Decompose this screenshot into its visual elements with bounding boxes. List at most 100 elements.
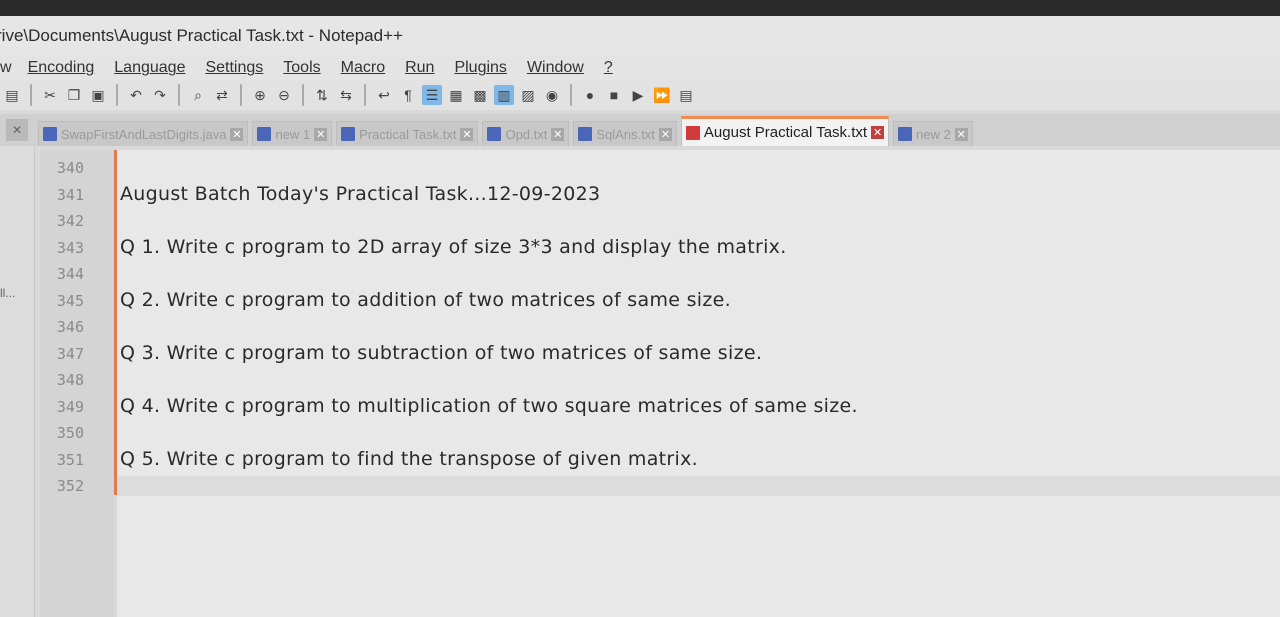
print-icon[interactable]: ▤ [2,85,22,105]
udl-icon[interactable]: ▦ [446,85,466,105]
line-number: 341 [56,186,84,204]
redo-icon[interactable]: ↷ [150,85,170,105]
folder-workspace-icon[interactable]: ▨ [518,85,538,105]
show-all-chars-icon[interactable]: ¶ [398,85,418,105]
line-number: 344 [56,265,84,283]
tab-august-practical-task[interactable]: August Practical Task.txt ✕ [680,116,890,146]
toolbar-separator [240,84,242,106]
sync-horizontal-icon[interactable]: ⇆ [336,85,356,105]
find-icon[interactable]: ⌕ [188,85,208,105]
zoom-in-icon[interactable]: ⊕ [250,85,270,105]
line-number: 351 [56,451,84,469]
doc-map-icon[interactable]: ▩ [470,85,490,105]
tab-label: August Practical Task.txt [703,124,868,141]
tab-new-2[interactable]: new 2 ✕ [893,121,973,146]
line-number: 343 [56,239,84,257]
word-wrap-icon[interactable]: ↩ [374,85,394,105]
side-panel: ll... [0,146,35,617]
tab-swapfirstandlastdigits[interactable]: SwapFirstAndLastDigits.java ✕ [38,121,249,146]
tab-new-1[interactable]: new 1 ✕ [252,121,333,146]
menu-encoding[interactable]: Encoding [28,59,95,77]
run-macro-multiple-icon[interactable]: ⏩ [652,85,672,105]
save-macro-icon[interactable]: ▤ [676,85,696,105]
toolbar-separator [302,84,304,106]
tab-practical-task[interactable]: Practical Task.txt ✕ [336,121,479,146]
undo-icon[interactable]: ↶ [126,85,146,105]
close-icon[interactable]: ✕ [658,127,672,141]
tab-label: SqlAns.txt [596,126,655,142]
monitoring-icon[interactable]: ◉ [542,85,562,105]
save-icon [341,127,356,141]
stop-macro-icon[interactable]: ■ [604,85,624,105]
save-icon [257,127,272,141]
fold-margin [114,150,117,495]
toolbar: ▤ ✂ ❐ ▣ ↶ ↷ ⌕ ⇄ ⊕ ⊖ ⇅ ⇆ ↩ ¶ ☰ ▦ ▩ ▥ ▨ ◉ … [0,80,1280,110]
paste-icon[interactable]: ▣ [88,85,108,105]
text-line[interactable]: Q 2. Write c program to addition of two … [120,289,731,311]
line-number: 346 [56,318,84,336]
menu-language[interactable]: Language [114,59,185,77]
text-line[interactable]: Q 1. Write c program to 2D array of size… [120,236,787,258]
toolbar-separator [364,84,366,106]
text-line[interactable]: August Batch Today's Practical Task...12… [120,183,600,205]
tab-bar: ✕ SwapFirstAndLastDigits.java ✕ new 1 ✕ … [0,114,1280,146]
menu-run[interactable]: Run [405,59,434,77]
save-icon [898,127,913,141]
menu-settings[interactable]: Settings [205,59,263,77]
text-line[interactable]: Q 4. Write c program to multiplication o… [120,395,858,417]
menu-bar: w Encoding Language Settings Tools Macro… [0,56,1280,80]
line-number: 347 [56,345,84,363]
line-number: 350 [56,424,84,442]
tab-label: Practical Task.txt [359,126,457,142]
title-bar: rive\Documents\August Practical Task.txt… [0,16,1280,56]
text-line[interactable]: Q 5. Write c program to find the transpo… [120,448,698,470]
sync-vertical-icon[interactable]: ⇅ [312,85,332,105]
editor-area[interactable] [117,150,1280,617]
tab-label: Opd.txt [505,126,548,142]
indent-guide-icon[interactable]: ☰ [422,85,442,105]
window-title: rive\Documents\August Practical Task.txt… [0,26,403,45]
line-number: 352 [56,477,84,495]
record-macro-icon[interactable]: ● [580,85,600,105]
close-icon[interactable]: ✕ [551,127,565,141]
tab-sqlans[interactable]: SqlAns.txt ✕ [573,121,677,146]
menu-tools[interactable]: Tools [283,59,320,77]
toolbar-separator [30,84,32,106]
replace-icon[interactable]: ⇄ [212,85,232,105]
screen-top-edge [0,0,1280,16]
tab-label: SwapFirstAndLastDigits.java [61,126,227,142]
toolbar-separator [116,84,118,106]
toolbar-separator [178,84,180,106]
tab-label: new 2 [916,126,951,142]
menu-view[interactable]: w [0,59,12,77]
function-list-icon[interactable]: ▥ [494,85,514,105]
play-macro-icon[interactable]: ▶ [628,85,648,105]
cut-icon[interactable]: ✂ [40,85,60,105]
toolbar-separator [570,84,572,106]
line-number: 345 [56,292,84,310]
menu-help[interactable]: ? [604,59,613,77]
line-number: 349 [56,398,84,416]
close-icon[interactable]: ✕ [460,127,474,141]
save-icon [578,127,593,141]
close-icon[interactable]: ✕ [230,127,244,141]
copy-icon[interactable]: ❐ [64,85,84,105]
line-number: 342 [56,212,84,230]
save-icon [487,127,502,141]
menu-window[interactable]: Window [527,59,584,77]
zoom-out-icon[interactable]: ⊖ [274,85,294,105]
save-icon [43,127,57,141]
close-icon[interactable]: ✕ [6,119,28,141]
close-icon[interactable]: ✕ [871,126,885,139]
close-icon[interactable]: ✕ [954,127,968,141]
tab-opd[interactable]: Opd.txt ✕ [482,121,570,146]
current-line-highlight [117,476,1280,496]
side-panel-label: ll... [0,286,16,300]
text-line[interactable]: Q 3. Write c program to subtraction of t… [120,342,762,364]
menu-macro[interactable]: Macro [341,59,385,77]
save-icon [685,125,700,140]
close-icon[interactable]: ✕ [314,127,328,141]
tab-label: new 1 [275,126,311,142]
line-number: 348 [56,371,84,389]
menu-plugins[interactable]: Plugins [454,59,506,77]
